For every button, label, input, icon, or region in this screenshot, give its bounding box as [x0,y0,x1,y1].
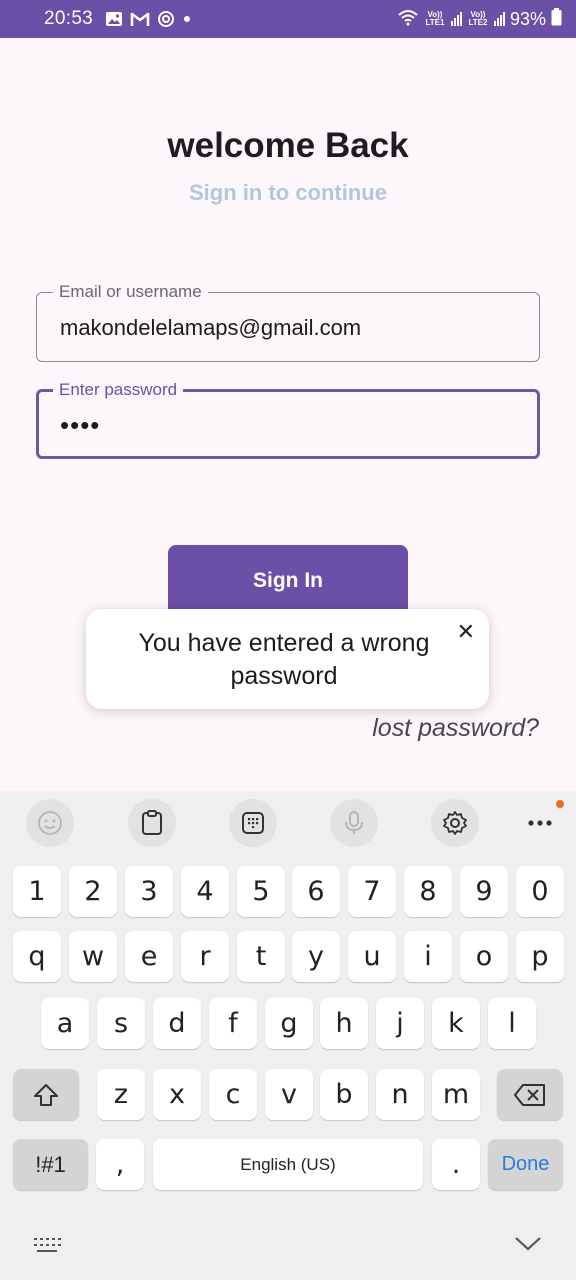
key-l[interactable]: l [488,998,536,1049]
symbols-key[interactable]: !#1 [13,1139,88,1190]
key-y[interactable]: y [292,931,340,982]
keyboard-bottom-bar [0,1213,576,1280]
key-2[interactable]: 2 [69,866,117,917]
backspace-key[interactable] [497,1069,563,1120]
status-bar: 20:53 Vo)) LTE1 Vo)) LTE2 93% [0,0,576,38]
status-system-icons: Vo)) LTE1 Vo)) LTE2 93% [397,7,562,31]
key-h[interactable]: h [320,998,368,1049]
key-o[interactable]: o [460,931,508,982]
key-u[interactable]: u [348,931,396,982]
key-k[interactable]: k [432,998,480,1049]
keypad-icon[interactable] [229,799,277,847]
key-i[interactable]: i [404,931,452,982]
key-5[interactable]: 5 [237,866,285,917]
email-field-value[interactable]: makondelelamaps@gmail.com [60,315,361,341]
key-s[interactable]: s [97,998,145,1049]
key-c[interactable]: c [209,1069,257,1120]
volte-lte2-icon: Vo)) LTE2 [468,10,488,27]
key-w[interactable]: w [69,931,117,982]
key-d[interactable]: d [153,998,201,1049]
key-p[interactable]: p [516,931,564,982]
volte-lte1-icon: Vo)) LTE1 [425,10,445,27]
chevron-down-icon[interactable] [513,1233,543,1258]
key-z[interactable]: z [97,1069,145,1120]
soft-keyboard: 1 2 3 4 5 6 7 8 9 0 q w e r t y u i o p … [0,791,576,1280]
key-v[interactable]: v [265,1069,313,1120]
backspace-icon [514,1083,545,1106]
key-3[interactable]: 3 [125,866,173,917]
status-time: 20:53 [44,8,94,29]
password-field[interactable]: Enter password •••• [36,379,540,459]
page-title: welcome Back [167,126,409,165]
gmail-icon [130,11,150,27]
done-key[interactable]: Done [488,1139,563,1190]
key-a[interactable]: a [41,998,89,1049]
page-subtitle: Sign in to continue [189,180,387,205]
keyboard-switch-icon[interactable] [32,1235,62,1260]
key-8[interactable]: 8 [404,866,452,917]
mic-icon[interactable] [330,799,378,847]
comma-key[interactable]: , [96,1139,144,1190]
status-notification-icons [105,10,192,28]
key-b[interactable]: b [320,1069,368,1120]
settings-icon[interactable] [431,799,479,847]
sync-icon [157,10,175,28]
key-m[interactable]: m [432,1069,480,1120]
key-4[interactable]: 4 [181,866,229,917]
key-e[interactable]: e [125,931,173,982]
shift-key[interactable] [13,1069,79,1120]
key-j[interactable]: j [376,998,424,1049]
email-field[interactable]: Email or username makondelelamaps@gmail.… [36,281,540,362]
key-1[interactable]: 1 [13,866,61,917]
toast-message: You have entered a wrong password [138,629,430,690]
lost-password-link[interactable]: lost password? [372,714,539,743]
sign-in-button[interactable]: Sign In [168,545,408,617]
gallery-icon [105,11,123,27]
email-field-label: Email or username [53,281,208,303]
keyboard-toolbar [0,791,576,855]
signal-2-icon [493,12,505,26]
key-t[interactable]: t [237,931,285,982]
emoji-icon[interactable] [26,799,74,847]
key-6[interactable]: 6 [292,866,340,917]
dot-icon [182,14,192,24]
notification-dot [556,800,564,808]
key-n[interactable]: n [376,1069,424,1120]
wifi-calling-icon [397,8,419,31]
key-7[interactable]: 7 [348,866,396,917]
space-key[interactable]: English (US) [153,1139,423,1190]
clipboard-icon[interactable] [128,799,176,847]
battery-icon [551,7,562,31]
key-q[interactable]: q [13,931,61,982]
signal-1-icon [450,12,462,26]
password-field-label: Enter password [53,379,184,401]
key-r[interactable]: r [181,931,229,982]
shift-icon [34,1083,58,1106]
key-x[interactable]: x [153,1069,201,1120]
error-toast: You have entered a wrong password ✕ [86,609,489,709]
close-icon[interactable]: ✕ [457,619,475,645]
password-field-value[interactable]: •••• [60,410,100,441]
key-f[interactable]: f [209,998,257,1049]
key-0[interactable]: 0 [516,866,564,917]
key-9[interactable]: 9 [460,866,508,917]
period-key[interactable]: . [432,1139,480,1190]
key-g[interactable]: g [265,998,313,1049]
battery-percent: 93% [509,8,546,29]
